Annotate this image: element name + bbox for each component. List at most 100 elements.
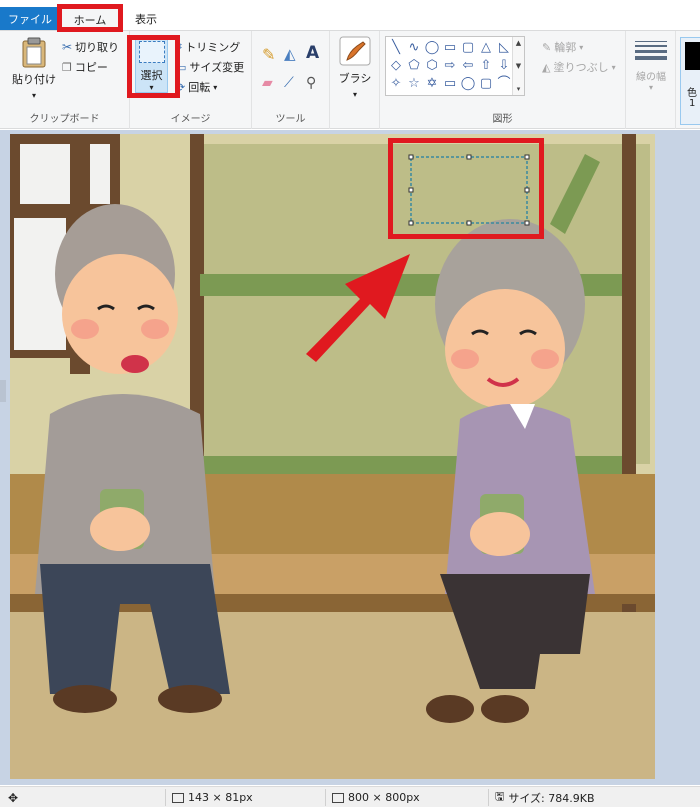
- fill-button[interactable]: ◭ 塗りつぶし ▾: [542, 59, 616, 75]
- scroll-more-icon[interactable]: ▾: [517, 85, 521, 93]
- shape-option-icon[interactable]: ◯: [423, 38, 441, 56]
- crop-label: トリミング: [185, 41, 241, 54]
- outline-icon: ✎: [542, 40, 552, 54]
- status-divider: [325, 789, 326, 806]
- canvas-workspace[interactable]: [0, 130, 700, 785]
- shape-option-icon[interactable]: ╲: [387, 38, 405, 56]
- shape-option-icon[interactable]: ∿: [405, 38, 423, 56]
- ribbon: 貼り付け ▾ ✂ 切り取り ❐ コピー クリップボード 選択 ▾ ⌗ トリミング…: [0, 31, 700, 129]
- outline-dropdown-icon: ▾: [579, 42, 584, 52]
- cut-label: 切り取り: [75, 41, 120, 54]
- image-group: 選択 ▾ ⌗ トリミング ▭ サイズ変更 ⟳ 回転 ▾ イメージ: [130, 31, 252, 129]
- pencil-icon[interactable]: ✎: [262, 45, 275, 64]
- select-dropdown-icon[interactable]: ▾: [149, 83, 153, 92]
- image-canvas[interactable]: [10, 134, 655, 779]
- line-width-dropdown-icon: ▾: [648, 83, 653, 92]
- brush-button[interactable]: ブラシ ▾: [334, 36, 376, 99]
- move-cursor-icon: ✥: [8, 790, 19, 805]
- selection-size: 143 × 81px: [172, 789, 253, 806]
- tab-file[interactable]: ファイル: [0, 7, 60, 30]
- image-size: 800 × 800px: [332, 789, 420, 806]
- copy-button[interactable]: ❐ コピー: [62, 59, 108, 75]
- select-button[interactable]: 選択 ▾: [135, 35, 168, 93]
- shape-option-icon[interactable]: ◯: [459, 74, 477, 92]
- magnifier-icon[interactable]: ⚲: [306, 75, 316, 91]
- scroll-down-icon[interactable]: ▼: [516, 62, 521, 70]
- color-1-label: 色: [687, 88, 697, 99]
- workspace-edge: [0, 380, 6, 402]
- shape-option-icon[interactable]: ⇨: [441, 56, 459, 74]
- status-divider: [165, 789, 166, 806]
- color-1-swatch: [685, 42, 700, 70]
- file-size: 🖫 サイズ: 784.9KB: [495, 789, 595, 806]
- shape-option-icon[interactable]: ⬠: [405, 56, 423, 74]
- copy-label: コピー: [74, 61, 108, 74]
- selection-rectangle-icon: [138, 41, 165, 63]
- image-size-text: 800 × 800px: [348, 791, 420, 804]
- disk-icon: 🖫: [495, 790, 505, 803]
- crop-icon: ⌗: [176, 40, 183, 53]
- paste-dropdown-icon[interactable]: ▾: [32, 91, 36, 100]
- eraser-icon[interactable]: ▰: [262, 75, 273, 91]
- shape-option-icon[interactable]: ☆: [405, 74, 423, 92]
- color-1-button[interactable]: 色 1: [680, 37, 700, 125]
- color-picker-icon[interactable]: ⟋: [284, 75, 294, 91]
- rotate-label: 回転: [188, 81, 211, 94]
- illustration-elderly-couple: [10, 134, 655, 779]
- scissors-icon: ✂: [62, 40, 73, 54]
- color-1-number: 1: [689, 98, 696, 109]
- selection-size-icon: [172, 792, 184, 803]
- shape-option-icon[interactable]: ⇧: [477, 56, 495, 74]
- select-label: 選択: [140, 69, 163, 82]
- cut-button[interactable]: ✂ 切り取り: [62, 39, 119, 55]
- clipboard-group-label: クリップボード: [29, 114, 100, 125]
- fill-icon[interactable]: ◭: [284, 45, 296, 63]
- shape-option-icon[interactable]: △: [477, 38, 495, 56]
- shape-option-icon[interactable]: ◺: [495, 38, 513, 56]
- shape-option-icon[interactable]: ⬡: [423, 56, 441, 74]
- paste-button[interactable]: 貼り付け ▾: [12, 37, 56, 100]
- shape-option-icon[interactable]: ⌒: [495, 74, 513, 92]
- fill-dropdown-icon: ▾: [611, 62, 616, 72]
- cursor-position: ✥: [8, 789, 18, 806]
- outline-button[interactable]: ✎ 輪郭 ▾: [542, 39, 583, 55]
- tab-view[interactable]: 表示: [126, 7, 166, 30]
- shapes-group: ╲ ∿ ◯ ▭ ▢ △ ◺ ◇ ⬠ ⬡ ⇨ ⇦ ⇧ ⇩ ✧ ☆ ✡ ▭ ◯ ▢ ⌒ ▲ ▼ ▾ ✎ 輪郭 ▾ ◭ 塗りつ…: [380, 31, 626, 129]
- shape-option-icon[interactable]: ▢: [477, 74, 495, 92]
- status-divider: [488, 789, 489, 806]
- shape-option-icon[interactable]: ▢: [459, 38, 477, 56]
- scroll-up-icon[interactable]: ▲: [516, 39, 521, 47]
- shapes-scroll[interactable]: ▲ ▼ ▾: [512, 37, 524, 95]
- shape-option-icon[interactable]: ✧: [387, 74, 405, 92]
- status-bar: ✥ 143 × 81px 800 × 800px 🖫 サイズ: 784.9KB: [0, 786, 700, 807]
- brush-dropdown-icon: ▾: [352, 90, 357, 99]
- rotate-button[interactable]: ⟳ 回転 ▾: [176, 79, 217, 95]
- rotate-icon: ⟳: [176, 80, 186, 94]
- line-width-icon: [635, 41, 667, 60]
- shape-option-icon[interactable]: ⇦: [459, 56, 477, 74]
- tab-home[interactable]: ホーム: [61, 7, 119, 31]
- rotate-dropdown-icon: ▾: [213, 82, 218, 92]
- image-size-icon: [332, 792, 344, 803]
- shape-option-icon[interactable]: ✡: [423, 74, 441, 92]
- clipboard-group: 貼り付け ▾ ✂ 切り取り ❐ コピー クリップボード: [0, 31, 130, 129]
- resize-label: サイズ変更: [189, 61, 245, 74]
- paste-icon: [22, 37, 46, 68]
- text-icon[interactable]: A: [306, 43, 319, 63]
- shapes-group-label: 図形: [492, 114, 513, 125]
- shape-option-icon[interactable]: ◇: [387, 56, 405, 74]
- shape-option-icon[interactable]: ▭: [441, 38, 459, 56]
- resize-button[interactable]: ▭ サイズ変更: [176, 59, 244, 75]
- shape-option-icon[interactable]: ⇩: [495, 56, 513, 74]
- ribbon-tabs: ファイル ホーム 表示: [0, 5, 700, 31]
- line-width-button[interactable]: 線の幅 ▾: [634, 35, 668, 92]
- resize-icon: ▭: [176, 60, 187, 74]
- outline-label: 輪郭: [554, 41, 577, 54]
- copy-icon: ❐: [62, 60, 72, 74]
- crop-button[interactable]: ⌗ トリミング: [176, 39, 240, 55]
- fill-label: 塗りつぶし: [553, 61, 609, 74]
- shapes-gallery[interactable]: ╲ ∿ ◯ ▭ ▢ △ ◺ ◇ ⬠ ⬡ ⇨ ⇦ ⇧ ⇩ ✧ ☆ ✡ ▭ ◯ ▢ ⌒ ▲ ▼ ▾: [385, 36, 525, 96]
- image-group-label: イメージ: [170, 114, 211, 125]
- line-width-group: 線の幅 ▾: [626, 31, 676, 129]
- shape-option-icon[interactable]: ▭: [441, 74, 459, 92]
